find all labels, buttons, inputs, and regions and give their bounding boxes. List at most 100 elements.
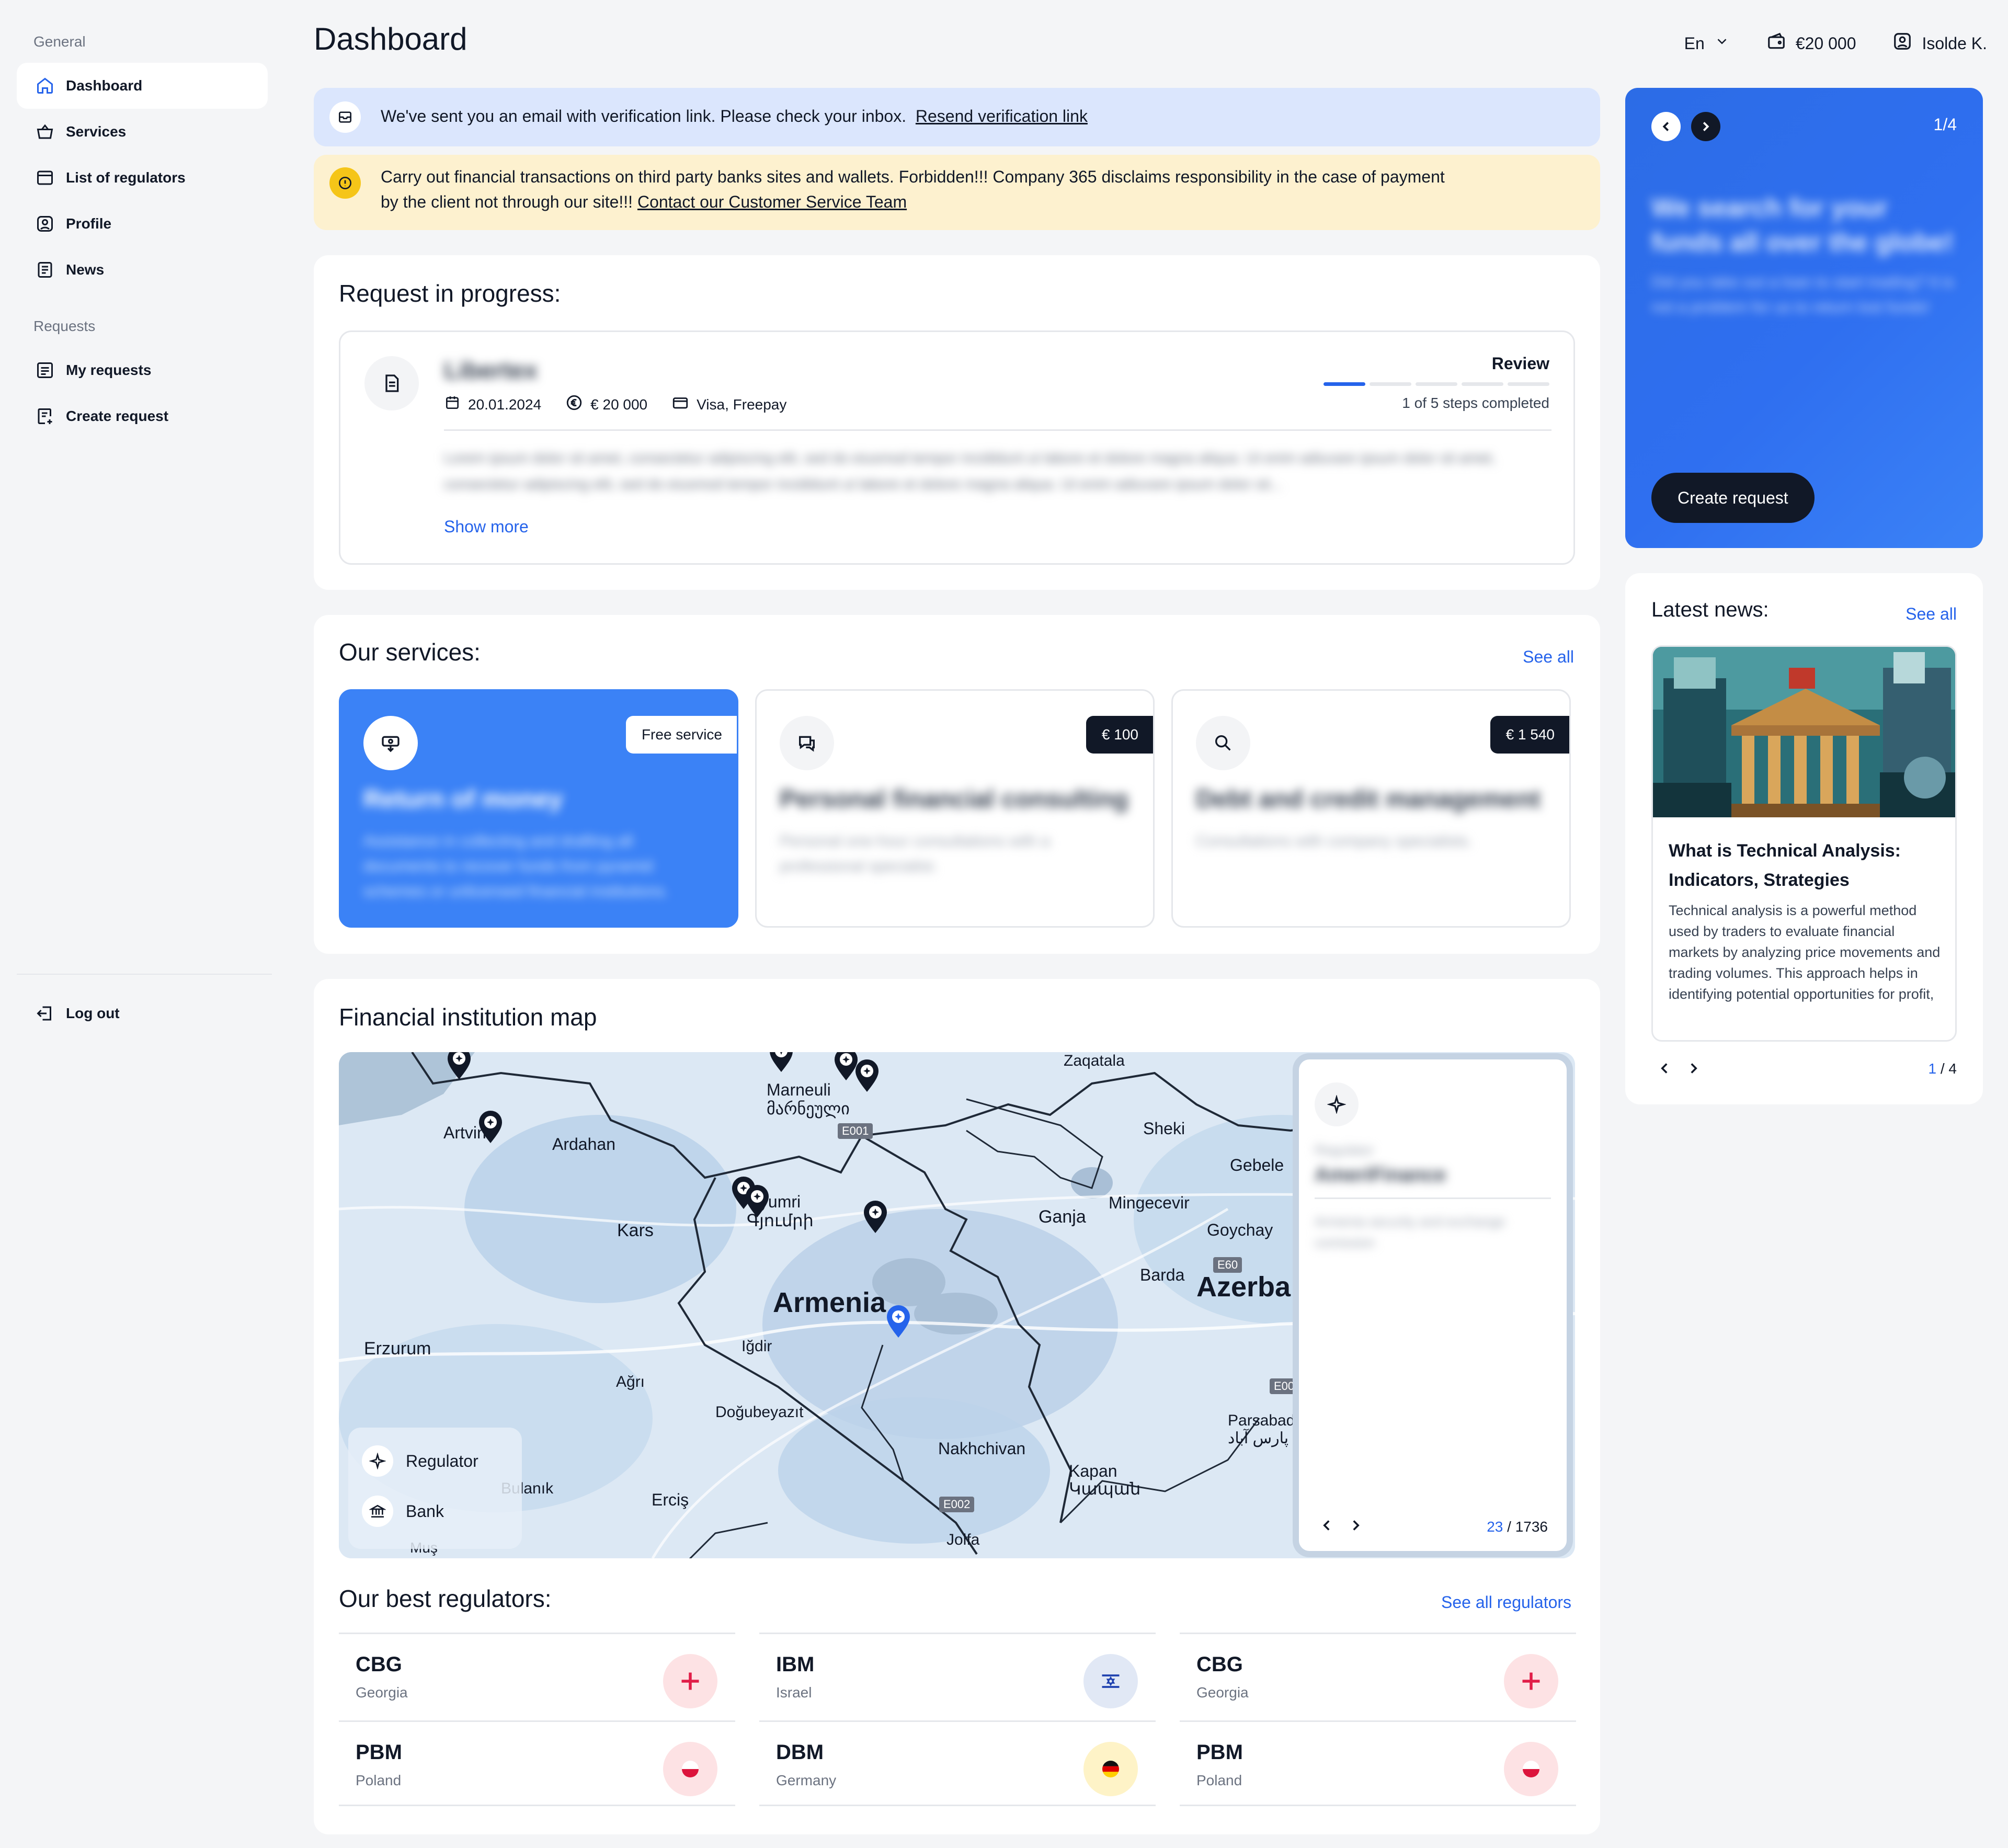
- request-progress-text: 1 of 5 steps completed: [1402, 395, 1549, 411]
- request-section-title: Request in progress:: [339, 280, 561, 307]
- map-pin-icon[interactable]: [853, 1059, 881, 1093]
- show-more-link[interactable]: Show more: [444, 517, 529, 537]
- sidebar-item-news[interactable]: News: [17, 247, 268, 293]
- promo-card: 1/4 We search for your funds all over th…: [1625, 88, 1983, 548]
- contact-support-link[interactable]: Contact our Customer Service Team: [637, 192, 907, 211]
- promo-next-button[interactable]: [1691, 112, 1720, 141]
- promo-text: Did you take out a loan to start trading…: [1651, 273, 1954, 316]
- calendar-icon: [444, 394, 461, 415]
- regulator-item[interactable]: CBG Georgia: [339, 1633, 735, 1718]
- topbar-actions: En €20 000 Isolde K.: [1684, 31, 1987, 55]
- progress-step: [1416, 382, 1457, 386]
- map-pin-icon[interactable]: [768, 1052, 795, 1073]
- map-label-goychay: Goychay: [1207, 1220, 1273, 1239]
- newspaper-icon: [35, 259, 55, 280]
- selected-regulator-pin-icon[interactable]: [885, 1305, 912, 1339]
- regulator-code: DBM: [776, 1741, 824, 1764]
- map-label-zaqatala: Zaqatala: [1064, 1052, 1125, 1069]
- sidebar-item-list-of-regulators[interactable]: List of regulators: [17, 155, 268, 201]
- map-pin-icon[interactable]: [862, 1201, 889, 1234]
- services-see-all-link[interactable]: See all: [1523, 647, 1574, 667]
- regulator-country: Germany: [776, 1772, 837, 1788]
- regulator-item[interactable]: PBM Poland: [1180, 1720, 1576, 1806]
- news-next-button[interactable]: [1685, 1059, 1703, 1080]
- service-badge: € 100: [1086, 716, 1153, 754]
- service-card-debt-management[interactable]: € 1 540 Debt and credit management Consu…: [1171, 689, 1571, 928]
- regulator-item[interactable]: PBM Poland: [339, 1720, 735, 1806]
- map-pin-icon[interactable]: [477, 1111, 504, 1144]
- regulator-code: PBM: [356, 1741, 402, 1764]
- sidebar-item-label: News: [66, 261, 105, 278]
- map-label-nakhchivan: Nakhchivan: [938, 1439, 1026, 1458]
- news-body: Technical analysis is a powerful method …: [1669, 903, 1941, 1002]
- map-section-title: Financial institution map: [339, 1003, 597, 1031]
- legend-bank[interactable]: Bank: [362, 1496, 444, 1527]
- verification-text: We've sent you an email with verificatio…: [381, 107, 907, 126]
- regulator-country: Israel: [776, 1684, 812, 1701]
- promo-prev-button[interactable]: [1651, 112, 1681, 141]
- wallet-balance[interactable]: €20 000: [1766, 31, 1856, 55]
- service-badge: Free service: [625, 716, 737, 754]
- chevron-right-icon[interactable]: [1347, 1516, 1365, 1537]
- service-desc: Consultations with company specialists.: [1196, 832, 1473, 850]
- regulators-section-title: Our best regulators:: [339, 1585, 552, 1612]
- map-pin-icon[interactable]: [744, 1185, 771, 1218]
- chat-icon: [780, 716, 834, 770]
- sidebar-item-profile[interactable]: Profile: [17, 201, 268, 247]
- info-icon: [329, 167, 361, 199]
- legend-regulator[interactable]: Regulator: [362, 1445, 478, 1477]
- regulator-code: IBM: [776, 1653, 815, 1676]
- key-search-icon: [1196, 716, 1250, 770]
- sparkle-icon: [362, 1445, 393, 1477]
- news-see-all-link[interactable]: See all: [1906, 604, 1957, 624]
- regulator-country: Georgia: [1196, 1684, 1249, 1701]
- sidebar-section-general: General: [33, 33, 86, 50]
- service-card-return-of-money[interactable]: Free service Return of money Assistance …: [339, 689, 738, 928]
- sidebar-section-requests: Requests: [33, 318, 96, 334]
- sidebar-item-label: Profile: [66, 215, 112, 232]
- user-name: Isolde K.: [1922, 33, 1987, 53]
- news-prev-button[interactable]: [1656, 1059, 1673, 1080]
- map-label-mingecevir: Mingecevir: [1109, 1193, 1190, 1212]
- regulator-item[interactable]: IBM Israel: [759, 1633, 1156, 1718]
- sidebar-item-services[interactable]: Services: [17, 109, 268, 155]
- service-card-personal-consulting[interactable]: € 100 Personal financial consulting Pers…: [755, 689, 1155, 928]
- language-select[interactable]: En: [1684, 33, 1730, 53]
- logout-button[interactable]: Log out: [17, 990, 268, 1036]
- sidebar: General Dashboard Services List of regul…: [0, 0, 293, 1848]
- map-label-dogubeyazit: Doğubeyazıt: [715, 1404, 804, 1421]
- user-icon: [1892, 31, 1912, 55]
- institution-map[interactable]: Armenia Azerba Kars Ardahan Artvin Gyumr…: [339, 1052, 1575, 1558]
- map-label-erzurum: Erzurum: [364, 1339, 431, 1359]
- request-divider: [444, 429, 1551, 431]
- page-title: Dashboard: [314, 21, 467, 56]
- sidebar-item-my-requests[interactable]: My requests: [17, 347, 268, 393]
- map-pin-icon[interactable]: [446, 1052, 473, 1080]
- map-label-azerbaijan: Azerba: [1196, 1271, 1291, 1303]
- sidebar-item-create-request[interactable]: Create request: [17, 393, 268, 439]
- sidebar-item-dashboard[interactable]: Dashboard: [17, 63, 268, 109]
- regulator-item[interactable]: DBM Germany: [759, 1720, 1156, 1806]
- request-date: 20.01.2024: [468, 396, 542, 413]
- map-label-gebele: Gebele: [1230, 1156, 1284, 1174]
- regulator-country: Poland: [356, 1772, 402, 1788]
- regulator-item[interactable]: CBG Georgia: [1180, 1633, 1576, 1718]
- money-return-icon: [363, 716, 418, 770]
- news-article[interactable]: What is Technical Analysis: Indicators, …: [1651, 645, 1957, 1042]
- resend-verification-link[interactable]: Resend verification link: [916, 104, 1088, 129]
- request-item[interactable]: Libertex 20.01.2024 € 20 000 Visa, Freep…: [339, 330, 1575, 565]
- request-company: Libertex: [444, 357, 538, 384]
- promo-create-request-button[interactable]: Create request: [1651, 473, 1815, 523]
- services-section-title: Our services:: [339, 638, 481, 666]
- warning-text-line2: by the client not through our site!!!: [381, 192, 633, 211]
- map-label-ganja: Ganja: [1039, 1207, 1086, 1227]
- balance-value: €20 000: [1795, 33, 1856, 53]
- poland-flag-icon: [663, 1742, 717, 1796]
- request-payment: Visa, Freepay: [697, 396, 787, 413]
- chevron-left-icon[interactable]: [1318, 1516, 1336, 1537]
- chevron-down-icon: [1714, 33, 1730, 53]
- popup-divider: [1315, 1197, 1551, 1199]
- regulator-code: CBG: [1196, 1653, 1243, 1676]
- user-menu[interactable]: Isolde K.: [1892, 31, 1987, 55]
- regulators-see-all-link[interactable]: See all regulators: [1441, 1593, 1571, 1612]
